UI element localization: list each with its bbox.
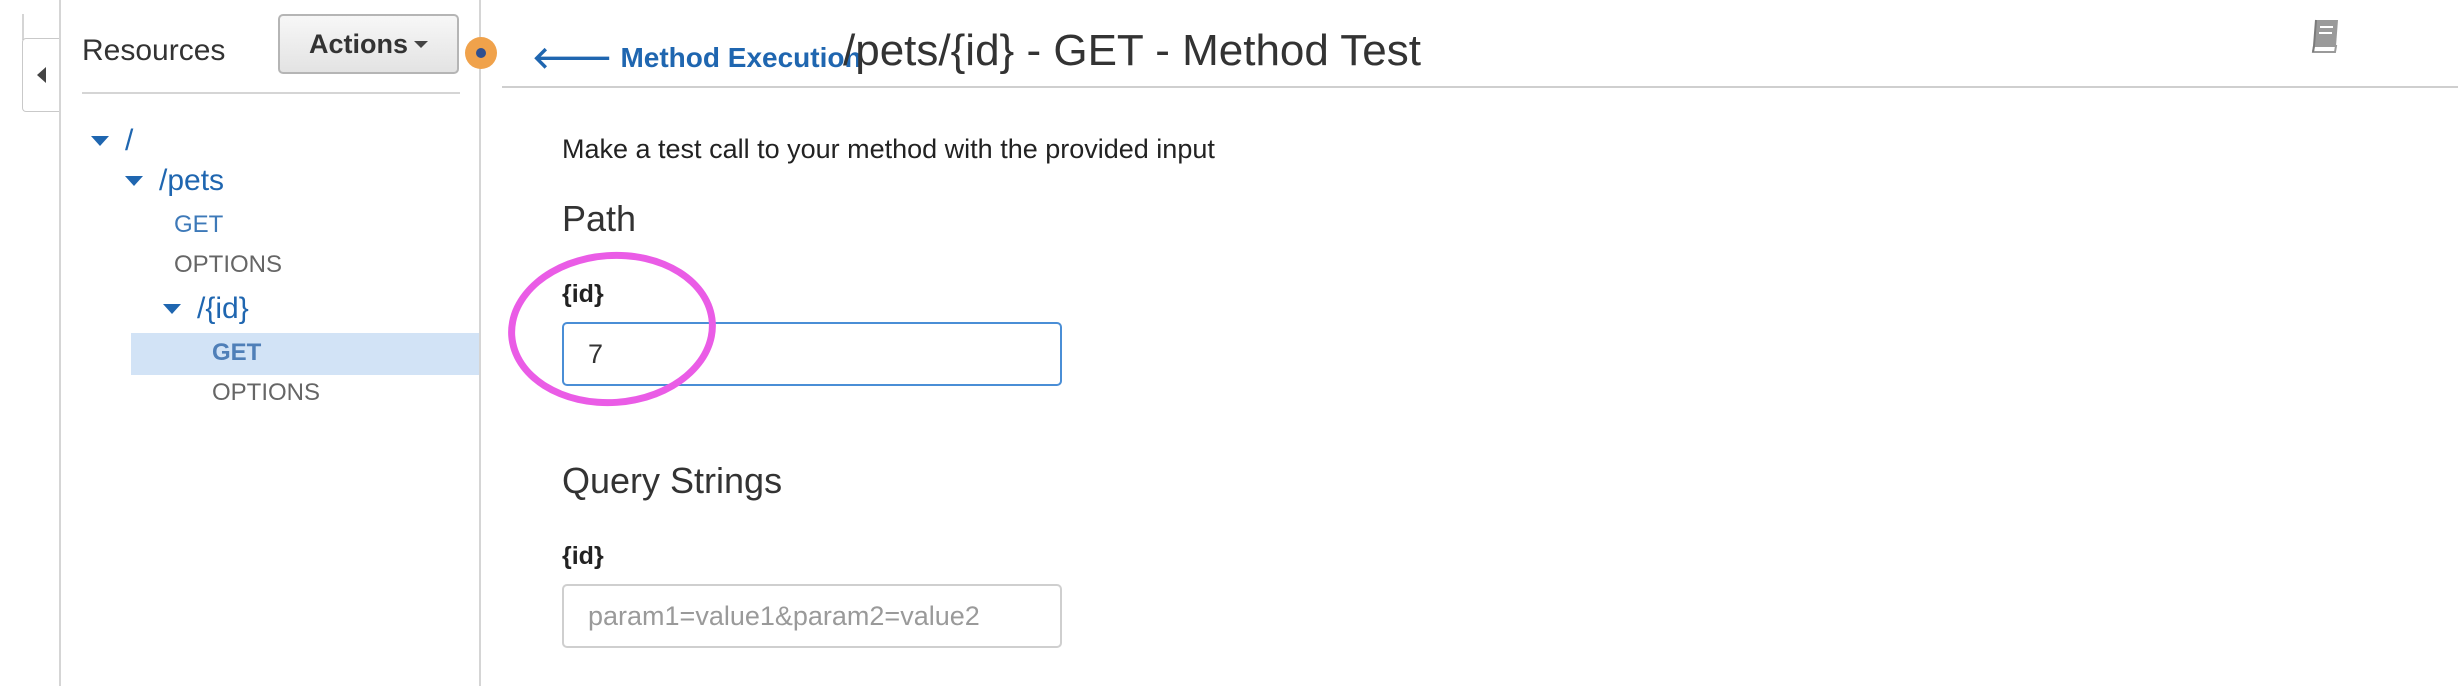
caret-down-icon (414, 40, 428, 48)
arrow-left-icon: 🡐 (532, 42, 613, 75)
tree-node-pets[interactable]: /pets (125, 164, 224, 198)
tree-method-id-get[interactable]: GET (212, 339, 261, 367)
tree-node-label[interactable]: / (125, 124, 133, 158)
app-root: Resources Actions / /pets GET OPTIONS /{… (0, 0, 2458, 686)
back-link-label[interactable]: Method Execution (620, 42, 861, 74)
resources-title: Resources (82, 34, 226, 67)
query-strings-section-title: Query Strings (562, 460, 783, 501)
tree-node-root[interactable]: / (91, 124, 133, 158)
tree-method-pets-options[interactable]: OPTIONS (174, 251, 282, 279)
left-border (22, 14, 24, 40)
actions-label: Actions (308, 28, 408, 59)
intro-text: Make a test call to your method with the… (562, 134, 1215, 164)
expand-triangle-icon[interactable] (163, 304, 181, 314)
panel-divider (479, 0, 481, 686)
tree-node-label[interactable]: /pets (159, 164, 224, 198)
path-section-title: Path (562, 198, 637, 239)
expand-triangle-icon[interactable] (91, 136, 109, 146)
path-id-input[interactable] (562, 322, 1062, 386)
chevron-left-icon (37, 67, 46, 83)
method-label[interactable]: GET (212, 339, 261, 367)
selected-row-highlight (131, 333, 479, 375)
tree-node-id[interactable]: /{id} (163, 292, 249, 326)
query-id-label: {id} (562, 542, 604, 570)
expand-triangle-icon[interactable] (125, 176, 143, 186)
method-label[interactable]: OPTIONS (174, 251, 282, 279)
page-title: /pets/{id} - GET - Method Test (843, 26, 1421, 75)
notification-dot-center (476, 48, 486, 58)
header-divider (502, 86, 2458, 88)
method-label[interactable]: OPTIONS (212, 379, 320, 407)
method-execution-link[interactable]: 🡐 Method Execution (532, 40, 862, 76)
path-id-label: {id} (562, 280, 604, 308)
tree-node-label[interactable]: /{id} (197, 292, 249, 326)
collapse-sidebar-button[interactable] (22, 38, 60, 112)
notification-dot-icon[interactable] (465, 37, 497, 69)
tree-method-id-options[interactable]: OPTIONS (212, 379, 320, 407)
actions-button[interactable]: Actions (278, 14, 459, 74)
resources-divider (82, 92, 460, 94)
method-label[interactable]: GET (174, 211, 223, 239)
book-icon[interactable] (2302, 14, 2346, 58)
query-strings-input[interactable] (562, 584, 1062, 648)
tree-method-pets-get[interactable]: GET (174, 211, 223, 239)
